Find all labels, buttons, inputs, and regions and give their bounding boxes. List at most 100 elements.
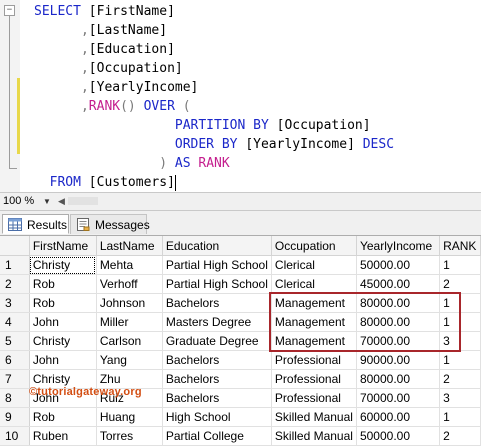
table-row[interactable]: 1 Christy Mehta Partial High School Clerical… [0,255,481,275]
table-cell[interactable]: Clerical [271,255,357,275]
table-cell[interactable]: John [29,350,97,370]
table-cell[interactable]: 60000.00 [356,407,441,427]
table-cell[interactable]: 3 [439,388,481,408]
table-cell[interactable]: Partial High School [162,274,272,294]
table-cell[interactable]: 2 [439,426,481,446]
table-cell[interactable]: 45000.00 [356,274,441,294]
table-cell[interactable]: 80000.00 [356,369,441,389]
table-cell[interactable]: 70000.00 [356,331,441,351]
code-line[interactable]: ) AS RANK [34,154,229,173]
table-cell[interactable]: 70000.00 [356,388,441,408]
table-cell[interactable]: Miller [96,312,163,332]
table-cell[interactable]: Management [271,312,357,332]
table-cell[interactable]: Rob [29,293,97,313]
row-number[interactable]: 7 [0,369,30,389]
code-line[interactable]: FROM [Customers] [34,173,176,192]
table-cell[interactable]: Bachelors [162,350,272,370]
row-header-corner[interactable] [0,236,30,256]
code-line[interactable]: ,[Education] [34,40,175,59]
row-number[interactable]: 4 [0,312,30,332]
scroll-left-icon[interactable]: ◀ [58,196,65,207]
table-cell[interactable]: Yang [96,350,163,370]
code-token: FROM [34,175,89,190]
column-header[interactable]: Occupation [271,236,357,256]
table-cell[interactable]: 90000.00 [356,350,441,370]
row-number[interactable]: 6 [0,350,30,370]
code-line[interactable]: PARTITION BY [Occupation] [34,116,371,135]
row-number[interactable]: 5 [0,331,30,351]
table-row[interactable]: 10 Ruben Torres Partial College Skilled Manu… [0,426,481,446]
table-cell[interactable]: 80000.00 [356,293,441,313]
column-header[interactable]: FirstName [29,236,97,256]
table-cell[interactable]: Christy [29,331,97,351]
table-cell[interactable]: Bachelors [162,388,272,408]
table-cell[interactable]: High School [162,407,272,427]
table-cell[interactable]: Professional [271,350,357,370]
table-cell[interactable]: John [29,312,97,332]
table-cell[interactable]: 2 [439,274,481,294]
horizontal-scrollbar[interactable] [68,197,98,205]
code-line[interactable]: ,[YearlyIncome] [34,78,198,97]
code-line[interactable]: ,RANK() OVER ( [34,97,191,116]
table-cell[interactable]: Rob [29,274,97,294]
chevron-down-icon[interactable]: ▼ [43,197,51,206]
sql-query-editor[interactable]: − SELECT [FirstName] ,[LastName] ,[Educa… [0,0,481,192]
collapse-outline-icon[interactable]: − [4,5,15,16]
table-cell[interactable]: Clerical [271,274,357,294]
table-cell[interactable]: Masters Degree [162,312,272,332]
table-cell[interactable]: Verhoff [96,274,163,294]
table-cell[interactable]: 3 [439,331,481,351]
code-line[interactable]: ORDER BY [YearlyIncome] DESC [34,135,394,154]
table-cell[interactable]: 80000.00 [356,312,441,332]
table-cell[interactable]: Management [271,293,357,313]
row-number[interactable]: 1 [0,255,30,275]
table-cell[interactable]: Ruben [29,426,97,446]
code-line[interactable]: ,[Occupation] [34,59,183,78]
table-row[interactable]: 3 Rob Johnson Bachelors Management 80000.00 1 [0,293,481,313]
table-cell[interactable]: Professional [271,369,357,389]
column-header[interactable]: LastName [96,236,163,256]
table-cell[interactable]: Partial College [162,426,272,446]
table-cell[interactable]: 1 [439,350,481,370]
row-number[interactable]: 9 [0,407,30,427]
code-line[interactable]: ,[LastName] [34,21,167,40]
tab-messages[interactable]: Messages [70,214,150,234]
column-header[interactable]: YearlyIncome [356,236,441,256]
row-number[interactable]: 2 [0,274,30,294]
table-cell[interactable]: Bachelors [162,369,272,389]
tab-results[interactable]: Results [2,214,69,234]
row-number[interactable]: 10 [0,426,30,446]
table-cell[interactable]: Bachelors [162,293,272,313]
table-cell[interactable]: Rob [29,407,97,427]
table-cell[interactable]: Skilled Manual [271,426,357,446]
table-cell[interactable]: Skilled Manual [271,407,357,427]
table-row[interactable]: 5 Christy Carlson Graduate Degree Management… [0,331,481,351]
table-cell[interactable]: Torres [96,426,163,446]
table-cell[interactable]: Christy [29,255,97,275]
table-cell[interactable]: Professional [271,388,357,408]
table-row[interactable]: 9 Rob Huang High School Skilled Manual 60000.… [0,407,481,427]
table-cell[interactable]: Graduate Degree [162,331,272,351]
code-line[interactable]: SELECT [FirstName] [34,2,175,21]
table-cell[interactable]: 1 [439,255,481,275]
table-cell[interactable]: 50000.00 [356,426,441,446]
table-cell[interactable]: Johnson [96,293,163,313]
column-header[interactable]: RANK [439,236,481,256]
column-header[interactable]: Education [162,236,272,256]
table-cell[interactable]: 1 [439,407,481,427]
table-cell[interactable]: Management [271,331,357,351]
table-cell[interactable]: Mehta [96,255,163,275]
table-cell[interactable]: Partial High School [162,255,272,275]
results-grid[interactable]: FirstName LastName Education Occupation Year… [0,236,481,446]
table-cell[interactable]: 50000.00 [356,255,441,275]
row-number[interactable]: 3 [0,293,30,313]
table-cell[interactable]: Huang [96,407,163,427]
table-cell[interactable]: Carlson [96,331,163,351]
table-row[interactable]: 6 John Yang Bachelors Professional 90000.00 1 [0,350,481,370]
row-number[interactable]: 8 [0,388,30,408]
table-row[interactable]: 4 John Miller Masters Degree Management 80000… [0,312,481,332]
table-cell[interactable]: 1 [439,293,481,313]
table-cell[interactable]: 2 [439,369,481,389]
table-row[interactable]: 2 Rob Verhoff Partial High School Clerical 45… [0,274,481,294]
table-cell[interactable]: 1 [439,312,481,332]
